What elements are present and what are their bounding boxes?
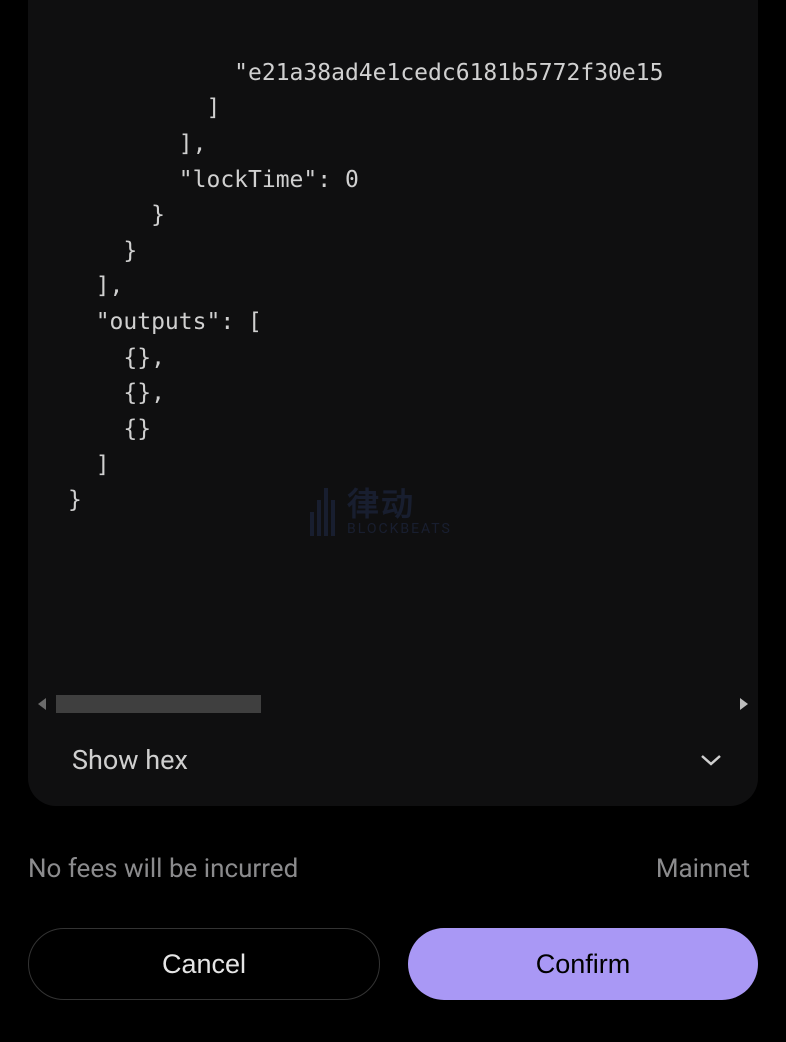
code-panel: "e21a38ad4e1cedc6181b5772f30e15 ] ], "lo… — [28, 0, 758, 806]
fees-text: No fees will be incurred — [28, 854, 298, 884]
chevron-down-icon — [700, 749, 722, 771]
scroll-thumb[interactable] — [56, 695, 261, 713]
network-label: Mainnet — [656, 854, 750, 884]
dialog-container: "e21a38ad4e1cedc6181b5772f30e15 ] ], "lo… — [0, 0, 786, 1042]
code-line: } — [68, 238, 137, 264]
code-line: } — [68, 487, 82, 513]
code-line: "e21a38ad4e1cedc6181b5772f30e15 — [68, 60, 663, 86]
info-row: No fees will be incurred Mainnet — [28, 806, 758, 884]
code-line: ], — [68, 131, 206, 157]
code-line: ], — [68, 273, 123, 299]
scroll-left-icon[interactable] — [38, 698, 46, 710]
code-line: ] — [68, 95, 220, 121]
transaction-json-code: "e21a38ad4e1cedc6181b5772f30e15 ] ], "lo… — [28, 0, 758, 690]
code-line: {}, — [68, 380, 165, 406]
scroll-track[interactable] — [56, 695, 730, 713]
scroll-right-icon[interactable] — [740, 698, 748, 710]
show-hex-label: Show hex — [72, 744, 188, 776]
code-line: {}, — [68, 345, 165, 371]
show-hex-toggle[interactable]: Show hex — [28, 718, 758, 806]
cancel-button[interactable]: Cancel — [28, 928, 380, 1000]
code-line: } — [68, 202, 165, 228]
code-line: {} — [68, 416, 151, 442]
confirm-button[interactable]: Confirm — [408, 928, 758, 1000]
code-line: ] — [68, 452, 110, 478]
code-line: "outputs": [ — [68, 309, 262, 335]
button-row: Cancel Confirm — [28, 884, 758, 1042]
code-line: "lockTime": 0 — [68, 167, 359, 193]
horizontal-scrollbar[interactable] — [28, 690, 758, 718]
